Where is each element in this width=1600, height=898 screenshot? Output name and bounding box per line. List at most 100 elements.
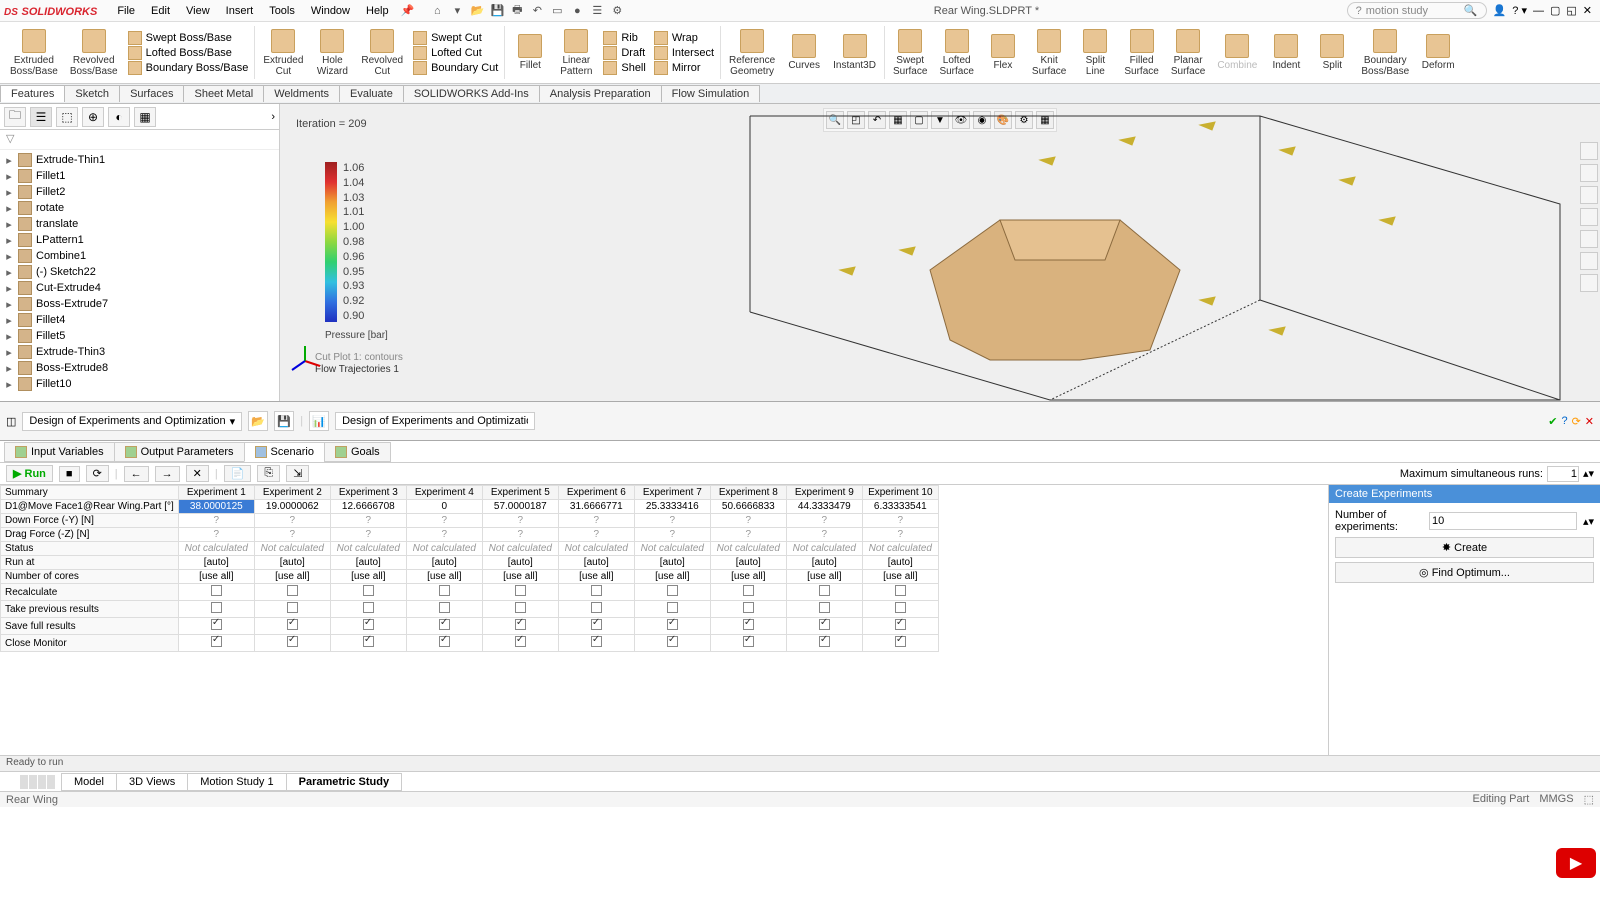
data-cell[interactable]: [use all] [862,570,938,584]
stop-button[interactable]: ■ [59,466,80,482]
checkbox-cell[interactable] [330,584,406,601]
ribbon-revolved[interactable]: RevolvedBoss/Base [64,22,124,83]
tab-sheet-metal[interactable]: Sheet Metal [183,85,264,102]
data-cell[interactable]: ? [558,528,634,542]
ribbon-split[interactable]: SplitLine [1072,22,1118,83]
data-cell[interactable]: Not calculated [710,542,786,556]
bottom-tab-model[interactable]: Model [61,773,117,791]
options-list-icon[interactable]: ☰ [588,2,606,20]
checkbox-cell[interactable] [786,635,862,652]
data-cell[interactable]: [use all] [482,570,558,584]
checkbox-cell[interactable] [406,601,482,618]
find-optimum-button[interactable]: ◎ Find Optimum... [1335,562,1594,583]
checkbox-cell[interactable] [254,635,330,652]
refresh-icon[interactable]: ⟳ [1572,415,1581,428]
checkbox-cell[interactable] [406,584,482,601]
search-icon[interactable]: 🔍 [1464,4,1478,17]
tab-features[interactable]: Features [0,85,65,102]
checkbox-cell[interactable] [862,601,938,618]
checkbox-cell[interactable] [558,618,634,635]
ribbon-knit[interactable]: KnitSurface [1026,22,1072,83]
checkbox-cell[interactable] [558,601,634,618]
ribbon-split[interactable]: Split [1309,22,1355,83]
help-icon[interactable]: ? ▾ [1512,4,1527,17]
data-cell[interactable]: [use all] [178,570,254,584]
data-cell[interactable]: [auto] [482,556,558,570]
tab-weldments[interactable]: Weldments [263,85,340,102]
ribbon-shell[interactable]: Shell [603,61,645,75]
subtab-goals[interactable]: Goals [324,442,391,462]
data-cell[interactable]: ? [330,528,406,542]
copy-button[interactable]: ⎘ [257,465,280,482]
tree-item[interactable]: ▸Boss-Extrude8 [0,360,279,376]
num-experiments-input[interactable] [1429,512,1577,530]
tree-item[interactable]: ▸Extrude-Thin1 [0,152,279,168]
spinner-icon[interactable]: ▴▾ [1583,515,1594,528]
open-icon[interactable]: 📂 [248,411,268,431]
checkbox-cell[interactable] [254,584,330,601]
menu-view[interactable]: View [178,3,218,19]
prev-button[interactable]: ← [124,466,149,482]
ribbon-deform[interactable]: Deform [1415,22,1461,83]
data-cell[interactable]: [auto] [710,556,786,570]
close-icon[interactable]: ✕ [1585,415,1594,428]
ribbon-wrap[interactable]: Wrap [654,31,714,45]
ribbon-intersect[interactable]: Intersect [654,46,714,60]
ribbon-lofted-cut[interactable]: Lofted Cut [413,46,498,60]
checkbox-cell[interactable] [786,601,862,618]
run-button[interactable]: ▶ Run [6,465,53,482]
checkbox-cell[interactable] [406,618,482,635]
exp-header[interactable]: Experiment 6 [558,486,634,500]
forum-icon[interactable] [1580,274,1598,292]
data-cell[interactable]: Not calculated [178,542,254,556]
data-cell[interactable]: ? [862,528,938,542]
data-cell[interactable]: ? [634,528,710,542]
tree-item[interactable]: ▸Fillet2 [0,184,279,200]
tree-item[interactable]: ▸Cut-Extrude4 [0,280,279,296]
checkbox-cell[interactable] [178,584,254,601]
data-cell[interactable]: [auto] [330,556,406,570]
data-cell[interactable]: [use all] [254,570,330,584]
help-icon[interactable]: ? [1561,415,1567,428]
tree-item[interactable]: ▸Fillet1 [0,168,279,184]
tree-item[interactable]: ▸Fillet4 [0,312,279,328]
exp-header[interactable]: Experiment 7 [634,486,710,500]
explorer-icon[interactable] [1580,186,1598,204]
ribbon-instant3d[interactable]: Instant3D [827,22,882,83]
doe-name-input[interactable] [335,412,535,430]
checkbox-cell[interactable] [786,584,862,601]
checkbox-cell[interactable] [710,601,786,618]
menu-insert[interactable]: Insert [218,3,262,19]
checkbox-cell[interactable] [330,601,406,618]
exp-header[interactable]: Experiment 1 [178,486,254,500]
ribbon-lofted-boss/base[interactable]: Lofted Boss/Base [128,46,249,60]
data-cell[interactable]: ? [634,514,710,528]
fm-param-icon[interactable]: ▦ [134,107,156,127]
ribbon-hole[interactable]: HoleWizard [309,22,355,83]
search-box[interactable]: ? motion study 🔍 [1347,2,1487,19]
data-cell[interactable]: ? [482,528,558,542]
checkbox-cell[interactable] [406,635,482,652]
save-icon[interactable]: 💾 [488,2,506,20]
maxruns-spinner[interactable]: ▴▾ [1583,467,1594,480]
data-cell[interactable]: 6.33333541 [862,500,938,514]
tab-nav-icons[interactable] [20,775,55,789]
data-cell[interactable]: [use all] [786,570,862,584]
exp-header[interactable]: Experiment 8 [710,486,786,500]
subtab-input-variables[interactable]: Input Variables [4,442,115,462]
minimize-icon[interactable]: — [1533,5,1544,17]
pin-icon[interactable]: 📌 [401,4,415,17]
close-icon[interactable]: ✕ [1583,4,1592,17]
next-button[interactable]: → [155,466,180,482]
ribbon-extruded[interactable]: ExtrudedBoss/Base [4,22,64,83]
custom-props-icon[interactable] [1580,252,1598,270]
home-icon[interactable]: ⌂ [428,2,446,20]
checkbox-cell[interactable] [710,584,786,601]
bottom-tab-parametric-study[interactable]: Parametric Study [286,773,402,791]
data-cell[interactable]: Not calculated [634,542,710,556]
ribbon-swept-cut[interactable]: Swept Cut [413,31,498,45]
data-cell[interactable]: ? [178,528,254,542]
ribbon-boundary[interactable]: BoundaryBoss/Base [1355,22,1415,83]
tree-item[interactable]: ▸Fillet10 [0,376,279,392]
checkbox-cell[interactable] [254,618,330,635]
